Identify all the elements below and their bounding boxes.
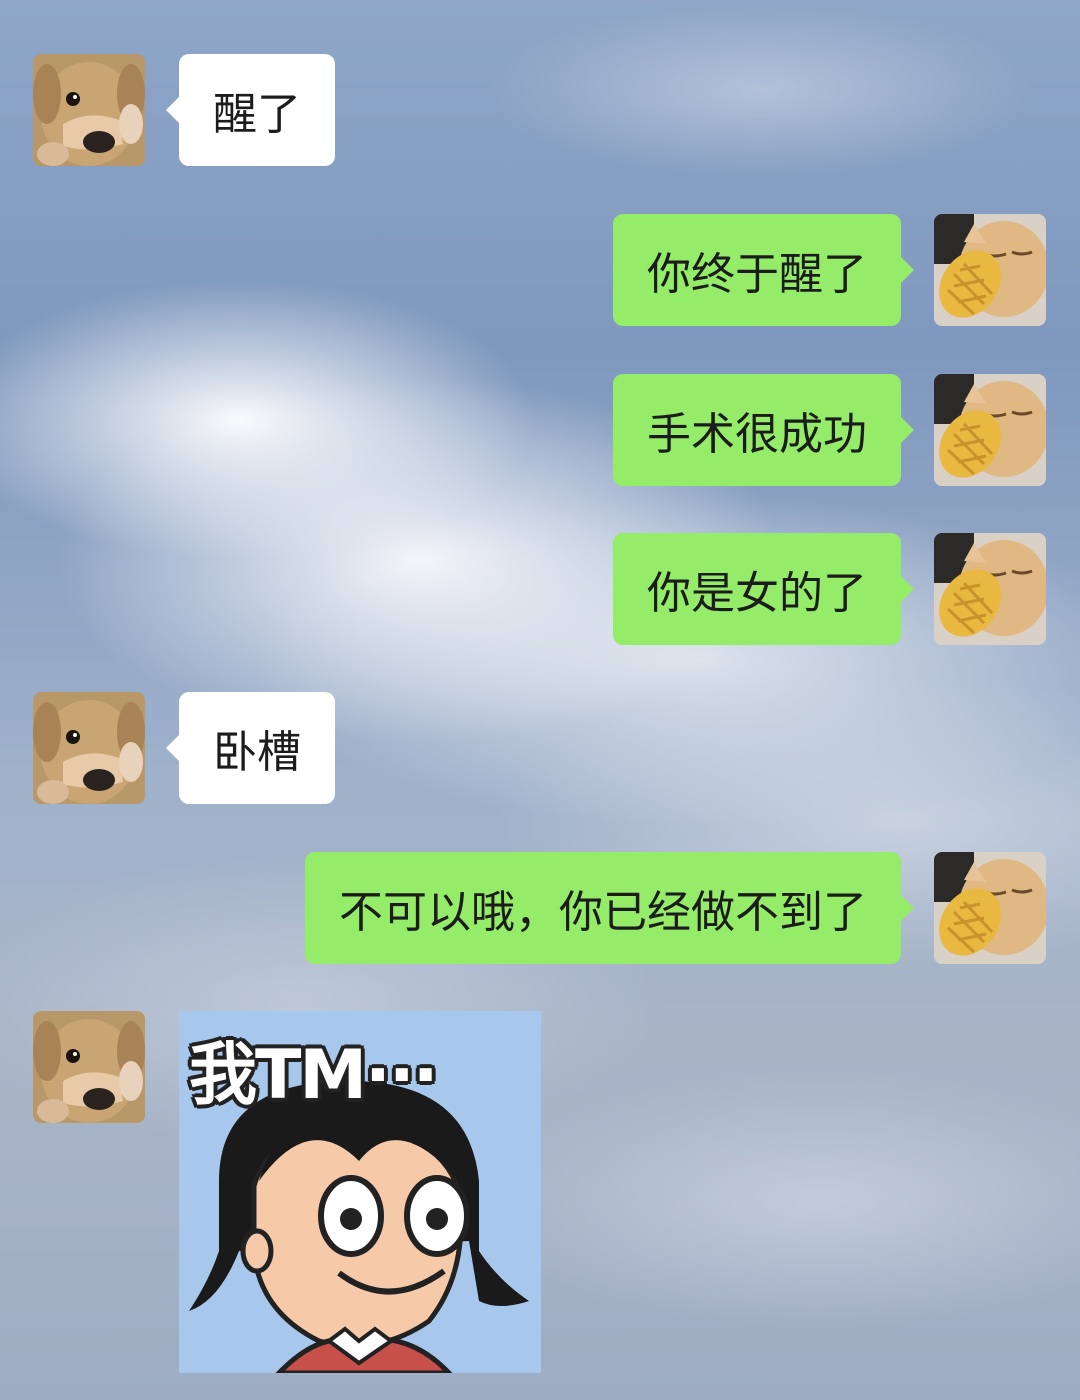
dog-avatar[interactable] <box>33 692 145 804</box>
message-text: 不可以哦，你已经做不到了 <box>339 887 867 938</box>
sticker-message[interactable]: 我TM··· <box>179 1011 541 1373</box>
message-bubble-sent[interactable]: 不可以哦，你已经做不到了 <box>305 852 914 964</box>
message-text: 你是女的了 <box>647 568 867 619</box>
message-text: 醒了 <box>213 89 301 140</box>
sticker-caption: 我TM··· <box>189 1036 439 1115</box>
message-bubble-received[interactable]: 卧槽 <box>166 692 335 804</box>
message-text: 你终于醒了 <box>647 249 867 300</box>
message-bubble-sent[interactable]: 你是女的了 <box>613 533 914 645</box>
message-bubble-received[interactable]: 醒了 <box>166 54 335 166</box>
message-bubble-sent[interactable]: 你终于醒了 <box>613 214 914 326</box>
cat-avatar[interactable] <box>934 214 1046 326</box>
message-text: 手术很成功 <box>647 409 867 460</box>
dog-avatar[interactable] <box>33 1011 145 1123</box>
dog-avatar[interactable] <box>33 54 145 166</box>
cat-avatar[interactable] <box>934 374 1046 486</box>
message-bubble-sent[interactable]: 手术很成功 <box>613 374 914 486</box>
cat-avatar[interactable] <box>934 852 1046 964</box>
cat-avatar[interactable] <box>934 533 1046 645</box>
message-text: 卧槽 <box>213 727 301 778</box>
chat-area[interactable]: 醒了 你终于醒了 手术很成功 你是女的了 卧槽 不可以哦，你已经做不到了 我TM… <box>0 0 1080 1400</box>
